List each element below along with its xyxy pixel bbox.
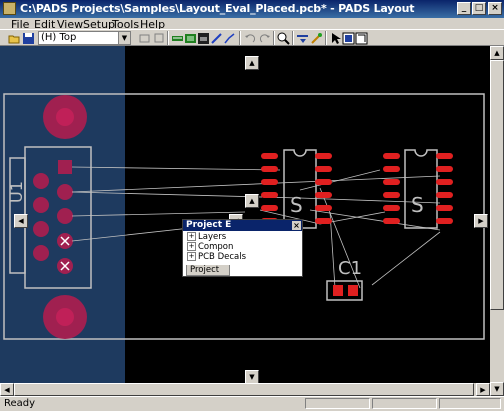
move-icon[interactable] <box>152 32 165 45</box>
mounting-hole-drill <box>56 308 74 326</box>
toolbar-separator <box>273 31 275 45</box>
toolbar: (H) Top ▼ <box>0 29 504 46</box>
scroll-left-button[interactable]: ◀ <box>0 383 14 396</box>
dock-top-button[interactable]: ▲ <box>245 56 259 70</box>
maximize-button[interactable]: □ <box>472 2 486 15</box>
undo-icon[interactable] <box>244 32 257 45</box>
expand-icon[interactable]: + <box>187 242 196 251</box>
status-panel <box>439 398 501 409</box>
drafting-icon[interactable] <box>184 32 197 45</box>
tree-item-components[interactable]: + Compon <box>187 242 233 252</box>
split-icon[interactable] <box>223 32 236 45</box>
tree-item-label: Layers <box>198 232 227 242</box>
minimize-button[interactable]: _ <box>457 2 471 15</box>
scroll-up-button[interactable]: ▲ <box>490 46 504 60</box>
horizontal-scrollbar[interactable]: ◀ ▶ <box>0 383 490 396</box>
scroll-thumb[interactable] <box>14 383 474 396</box>
save-icon[interactable] <box>22 32 35 45</box>
toolbar-separator <box>325 31 327 45</box>
close-icon[interactable]: × <box>292 221 301 230</box>
scroll-thumb[interactable] <box>490 60 504 310</box>
tree-item-label: PCB Decals <box>198 252 247 262</box>
zoom-icon[interactable] <box>277 32 290 45</box>
board-icon[interactable] <box>342 32 355 45</box>
close-button[interactable]: × <box>488 2 502 15</box>
dock-center-top-button[interactable]: ▲ <box>245 194 259 208</box>
status-panel <box>305 398 370 409</box>
c1-ref-label: C1 <box>338 258 362 279</box>
app-icon[interactable] <box>3 2 16 15</box>
expand-icon[interactable]: + <box>187 252 196 261</box>
u1-ref-label: U1 <box>7 181 26 203</box>
tree-item-pcb-decals[interactable]: + PCB Decals <box>187 252 246 262</box>
expand-icon[interactable]: + <box>187 232 196 241</box>
tab-project-label: Project <box>190 265 220 275</box>
layer-dropdown[interactable]: (H) Top ▼ <box>38 31 131 45</box>
route-icon[interactable] <box>171 32 184 45</box>
status-text: Ready <box>4 398 36 409</box>
tree-item-layers[interactable]: + Layers <box>187 232 226 242</box>
tree-item-label: Compon <box>198 242 234 252</box>
project-explorer-title: Project E × <box>183 220 302 231</box>
component-icon[interactable] <box>197 32 210 45</box>
dock-right-button[interactable]: ▶ <box>474 214 488 228</box>
title-bar: C:\PADS Projects\Samples\Layout_Eval_Pla… <box>0 0 504 18</box>
diagonal-route-icon[interactable] <box>210 32 223 45</box>
ic1-ref-label: S <box>290 193 303 217</box>
cursor-icon[interactable] <box>329 32 342 45</box>
highlight-icon[interactable] <box>355 32 368 45</box>
redo-icon[interactable] <box>258 32 271 45</box>
verify-icon[interactable] <box>296 32 309 45</box>
pan-icon[interactable] <box>310 32 323 45</box>
scroll-right-button[interactable]: ▶ <box>476 383 490 396</box>
toolbar-separator <box>239 31 241 45</box>
status-bar: Ready <box>0 396 504 411</box>
chevron-down-icon[interactable]: ▼ <box>118 32 130 44</box>
ic2-ref-label: S <box>411 193 424 217</box>
dock-bottom-button[interactable]: ▼ <box>245 370 259 384</box>
dock-left-button[interactable]: ◀ <box>14 214 28 228</box>
tab-project[interactable]: Project <box>186 265 230 276</box>
mounting-hole-drill <box>56 108 74 126</box>
vertical-scrollbar[interactable]: ▲ ▼ <box>490 46 504 396</box>
scroll-down-button[interactable]: ▼ <box>490 382 504 396</box>
layer-dropdown-value: (H) Top <box>41 32 77 43</box>
toolbar-separator <box>167 31 169 45</box>
open-icon[interactable] <box>8 32 21 45</box>
select-icon[interactable] <box>138 32 151 45</box>
status-panel <box>372 398 437 409</box>
window-title: C:\PADS Projects\Samples\Layout_Eval_Pla… <box>20 2 415 15</box>
project-explorer-panel[interactable]: Project E × + Layers + Compon + PCB Decals … <box>182 219 303 277</box>
toolbar-separator <box>292 31 294 45</box>
project-explorer-title-text: Project E <box>186 220 232 230</box>
